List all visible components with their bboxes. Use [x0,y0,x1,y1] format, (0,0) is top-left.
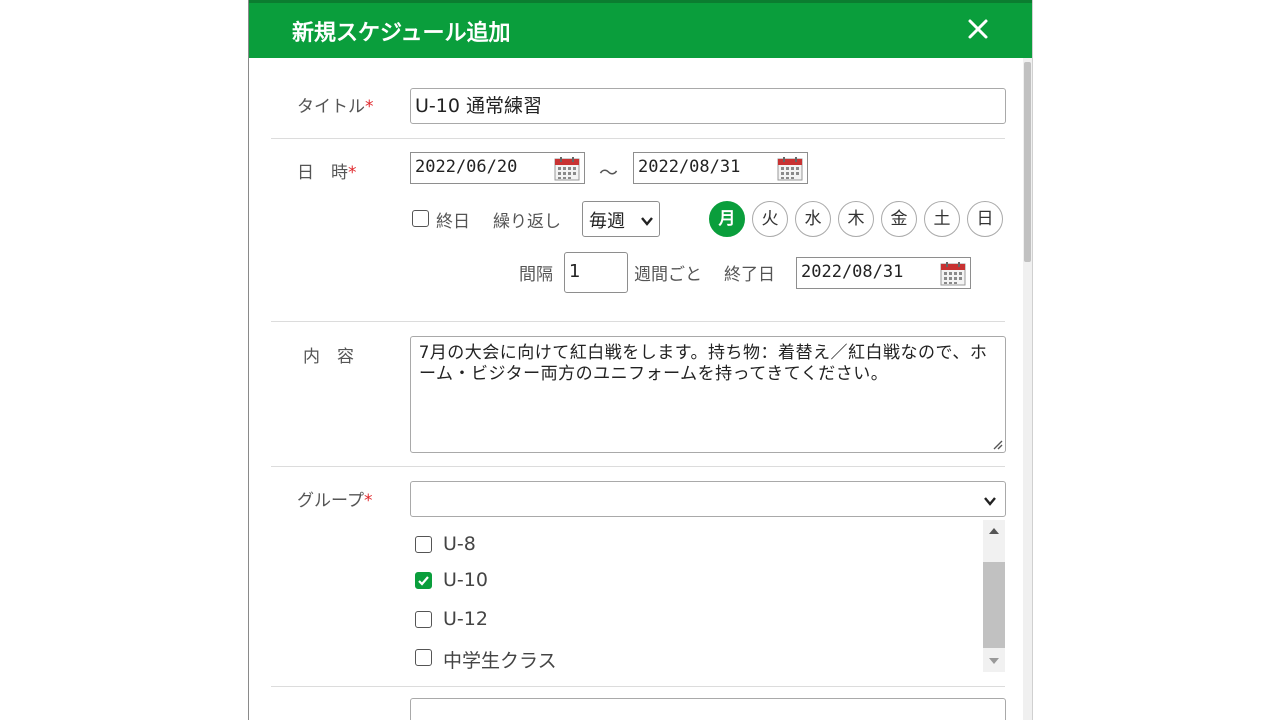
group-list-scrollbar[interactable] [983,520,1005,672]
title-input[interactable]: U-10 通常練習 [410,88,1006,124]
divider [271,321,1005,322]
repeat-label: 繰り返し [493,212,561,232]
calendar-icon[interactable] [554,156,580,182]
calendar-icon[interactable] [940,261,966,287]
dialog-title: 新規スケジュール追加 [292,21,511,46]
group-list: U-8 U-10 U-12 中学生クラス [410,520,1006,672]
chevron-down-icon [641,217,653,226]
title-input-value: U-10 通常練習 [415,95,542,117]
interval-value: 1 [569,261,581,282]
repeat-select[interactable]: 毎週 [582,201,660,237]
dialog-header: 新規スケジュール追加 [249,0,1032,58]
weekday-fri[interactable]: 金 [881,201,917,237]
content-textarea[interactable]: 7月の大会に向けて紅白戦をします。持ち物：着替え／紅白戦なので、ホーム・ビジター… [410,336,1006,453]
title-label: タイトル* [297,97,374,117]
end-date-input[interactable]: 2022/08/31 [633,152,808,184]
weekday-sat[interactable]: 土 [924,201,960,237]
interval-unit: 週間ごと [634,265,702,285]
calendar-icon[interactable] [777,156,803,182]
weekday-thu[interactable]: 木 [838,201,874,237]
group-label: グループ* [297,491,373,511]
weekday-mon[interactable]: 月 [709,201,745,237]
chevron-down-icon [984,497,996,506]
group-select[interactable] [410,481,1006,517]
group-checkbox[interactable] [415,572,432,589]
all-day-label: 終日 [436,212,470,232]
close-button[interactable] [961,12,995,46]
group-checkbox[interactable] [415,611,432,628]
divider [271,686,1005,687]
scroll-down-arrow-icon[interactable] [989,658,999,664]
end-day-value: 2022/08/31 [801,262,904,282]
end-date-value: 2022/08/31 [638,157,741,177]
group-item-label: 中学生クラス [443,650,557,672]
all-day-checkbox[interactable] [412,210,429,227]
dialog-scrollbar[interactable] [1023,58,1032,720]
schedule-dialog: 新規スケジュール追加 タイトル* U-10 通常練習 日 時* 2022/06/… [248,0,1033,720]
weekday-wed[interactable]: 水 [795,201,831,237]
weekday-sun[interactable]: 日 [967,201,1003,237]
group-checkbox[interactable] [415,536,432,553]
group-list-scrollbar-thumb[interactable] [983,562,1005,648]
close-icon [968,19,988,39]
interval-label: 間隔 [519,265,553,285]
resize-grip-icon[interactable] [991,438,1003,450]
divider [271,466,1005,467]
group-checkbox[interactable] [415,649,432,666]
date-range-separator: ～ [599,162,619,184]
content-text: 7月の大会に向けて紅白戦をします。持ち物：着替え／紅白戦なので、ホーム・ビジター… [419,343,988,384]
end-day-input[interactable]: 2022/08/31 [796,257,971,289]
content-label: 内 容 [303,347,354,367]
interval-input[interactable]: 1 [564,252,628,293]
dialog-scrollbar-thumb[interactable] [1024,62,1031,262]
repeat-select-value: 毎週 [589,211,625,232]
group-item-label: U-10 [443,569,488,591]
scroll-up-arrow-icon[interactable] [989,528,999,534]
divider [271,138,1005,139]
group-item-label: U-12 [443,608,488,630]
end-day-label: 終了日 [724,265,775,285]
start-date-value: 2022/06/20 [415,157,518,177]
start-date-input[interactable]: 2022/06/20 [410,152,585,184]
weekday-tue[interactable]: 火 [752,201,788,237]
next-field-input[interactable] [410,698,1006,720]
group-item-label: U-8 [443,533,476,555]
datetime-label: 日 時* [297,163,357,183]
checkmark-icon [418,576,429,586]
